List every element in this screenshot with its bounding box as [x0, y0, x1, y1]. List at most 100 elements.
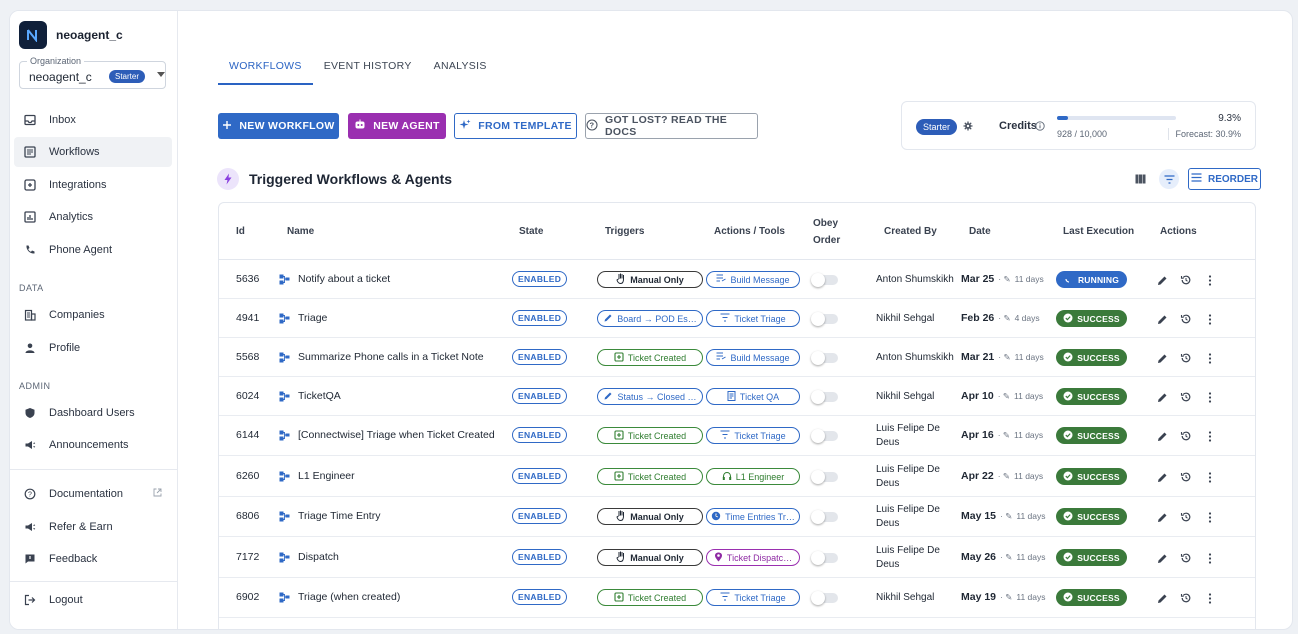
- action-chip[interactable]: Ticket Triage: [706, 427, 800, 444]
- action-chip[interactable]: Build Message: [706, 271, 800, 288]
- obey-order-toggle[interactable]: [811, 510, 838, 524]
- sidebar-item-announcements[interactable]: Announcements: [14, 430, 172, 460]
- status-badge[interactable]: SUCCESS: [1056, 508, 1127, 525]
- sidebar-item-workflows[interactable]: Workflows: [14, 137, 172, 167]
- action-chip[interactable]: Ticket QA: [706, 388, 800, 405]
- pencil-icon[interactable]: [1156, 391, 1168, 403]
- trigger-chip[interactable]: Manual Only: [597, 508, 703, 525]
- history-icon[interactable]: [1180, 430, 1192, 442]
- state-badge[interactable]: ENABLED: [512, 310, 568, 326]
- status-badge[interactable]: SUCCESS: [1056, 549, 1127, 566]
- state-badge[interactable]: ENABLED: [512, 388, 568, 404]
- table-row[interactable]: 4941 Triage ENABLED Board → POD Es… Tick…: [219, 299, 1255, 338]
- table-row[interactable]: 5568 Summarize Phone calls in a Ticket N…: [219, 338, 1255, 377]
- state-badge[interactable]: ENABLED: [512, 589, 568, 605]
- more-vertical-icon[interactable]: [1204, 430, 1216, 442]
- sidebar-item-phone-agent[interactable]: Phone Agent: [14, 235, 172, 265]
- table-row[interactable]: 6144 [Connectwise] Triage when Ticket Cr…: [219, 416, 1255, 456]
- more-vertical-icon[interactable]: [1204, 592, 1216, 604]
- more-vertical-icon[interactable]: [1204, 471, 1216, 483]
- obey-order-toggle[interactable]: [811, 273, 838, 287]
- status-badge[interactable]: SUCCESS: [1056, 310, 1127, 327]
- new-workflow-button[interactable]: NEW WORKFLOW: [218, 113, 339, 139]
- reorder-button[interactable]: REORDER: [1188, 168, 1261, 190]
- info-icon[interactable]: [1035, 120, 1045, 134]
- history-icon[interactable]: [1180, 391, 1192, 403]
- status-badge[interactable]: SUCCESS: [1056, 388, 1127, 405]
- pencil-icon[interactable]: [1156, 471, 1168, 483]
- table-row[interactable]: 6902 Triage (when created) ENABLED Ticke…: [219, 578, 1255, 618]
- obey-order-toggle[interactable]: [811, 429, 838, 443]
- tab-event-history[interactable]: EVENT HISTORY: [313, 59, 423, 85]
- more-vertical-icon[interactable]: [1204, 274, 1216, 286]
- tab-workflows[interactable]: WORKFLOWS: [218, 59, 313, 85]
- more-vertical-icon[interactable]: [1204, 552, 1216, 564]
- brand[interactable]: neoagent_c: [19, 21, 123, 49]
- row-name[interactable]: Triage: [279, 312, 327, 324]
- row-name[interactable]: Notify about a ticket: [279, 273, 390, 285]
- obey-order-toggle[interactable]: [811, 551, 838, 565]
- state-badge[interactable]: ENABLED: [512, 508, 568, 524]
- action-chip[interactable]: L1 Engineer: [706, 468, 800, 485]
- gear-icon[interactable]: [963, 120, 973, 134]
- history-icon[interactable]: [1180, 552, 1192, 564]
- pencil-icon[interactable]: [1156, 552, 1168, 564]
- status-badge[interactable]: SUCCESS: [1056, 589, 1127, 606]
- sidebar-item-analytics[interactable]: Analytics: [14, 202, 172, 232]
- row-name[interactable]: TicketQA: [279, 390, 341, 402]
- status-badge[interactable]: SUCCESS: [1056, 349, 1127, 366]
- organization-select[interactable]: Organization neoagent_c Starter: [19, 56, 166, 89]
- obey-order-toggle[interactable]: [811, 390, 838, 404]
- read-docs-button[interactable]: ? GOT LOST? READ THE DOCS: [585, 113, 758, 139]
- state-badge[interactable]: ENABLED: [512, 349, 568, 365]
- trigger-chip[interactable]: Manual Only: [597, 271, 703, 288]
- row-name[interactable]: Summarize Phone calls in a Ticket Note: [279, 351, 484, 363]
- status-badge[interactable]: SUCCESS: [1056, 468, 1127, 485]
- sidebar-item-documentation[interactable]: ? Documentation: [14, 479, 172, 509]
- tab-analysis[interactable]: ANALYSIS: [423, 59, 498, 85]
- state-badge[interactable]: ENABLED: [512, 427, 568, 443]
- pencil-icon[interactable]: [1156, 313, 1168, 325]
- trigger-chip[interactable]: Ticket Created: [597, 349, 703, 366]
- obey-order-toggle[interactable]: [811, 591, 838, 605]
- more-vertical-icon[interactable]: [1204, 511, 1216, 523]
- history-icon[interactable]: [1180, 313, 1192, 325]
- from-template-button[interactable]: FROM TEMPLATE: [454, 113, 577, 139]
- pencil-icon[interactable]: [1156, 511, 1168, 523]
- columns-icon[interactable]: [1130, 169, 1150, 189]
- history-icon[interactable]: [1180, 352, 1192, 364]
- history-icon[interactable]: [1180, 511, 1192, 523]
- pencil-icon[interactable]: [1156, 592, 1168, 604]
- pencil-icon[interactable]: [1156, 274, 1168, 286]
- table-row[interactable]: 6260 L1 Engineer ENABLED Ticket Created …: [219, 456, 1255, 497]
- history-icon[interactable]: [1180, 274, 1192, 286]
- row-name[interactable]: Triage (when created): [279, 591, 400, 603]
- table-row[interactable]: 6806 Triage Time Entry ENABLED Manual On…: [219, 497, 1255, 537]
- history-icon[interactable]: [1180, 471, 1192, 483]
- table-row[interactable]: 6024 TicketQA ENABLED Status → Closed … …: [219, 377, 1255, 416]
- sidebar-item-companies[interactable]: Companies: [14, 300, 172, 330]
- trigger-chip[interactable]: Ticket Created: [597, 468, 703, 485]
- pencil-icon[interactable]: [1156, 430, 1168, 442]
- action-chip[interactable]: Ticket Triage: [706, 310, 800, 327]
- status-badge[interactable]: SUCCESS: [1056, 427, 1127, 444]
- history-icon[interactable]: [1180, 592, 1192, 604]
- filter-icon[interactable]: [1159, 169, 1179, 189]
- more-vertical-icon[interactable]: [1204, 352, 1216, 364]
- trigger-chip[interactable]: Ticket Created: [597, 589, 703, 606]
- status-badge[interactable]: RUNNING: [1056, 271, 1127, 288]
- trigger-chip[interactable]: Ticket Created: [597, 427, 703, 444]
- logout-button[interactable]: Logout: [14, 585, 172, 615]
- action-chip[interactable]: Build Message: [706, 349, 800, 366]
- row-name[interactable]: L1 Engineer: [279, 470, 355, 482]
- table-row[interactable]: 7172 Dispatch ENABLED Manual Only Ticket…: [219, 537, 1255, 578]
- trigger-chip[interactable]: Board → POD Es…: [597, 310, 703, 327]
- obey-order-toggle[interactable]: [811, 470, 838, 484]
- more-vertical-icon[interactable]: [1204, 313, 1216, 325]
- trigger-chip[interactable]: Manual Only: [597, 549, 703, 566]
- state-badge[interactable]: ENABLED: [512, 549, 568, 565]
- sidebar-item-dashboard-users[interactable]: Dashboard Users: [14, 398, 172, 428]
- action-chip[interactable]: Ticket Dispatc…: [706, 549, 800, 566]
- action-chip[interactable]: Time Entries Tr…: [706, 508, 800, 525]
- state-badge[interactable]: ENABLED: [512, 271, 568, 287]
